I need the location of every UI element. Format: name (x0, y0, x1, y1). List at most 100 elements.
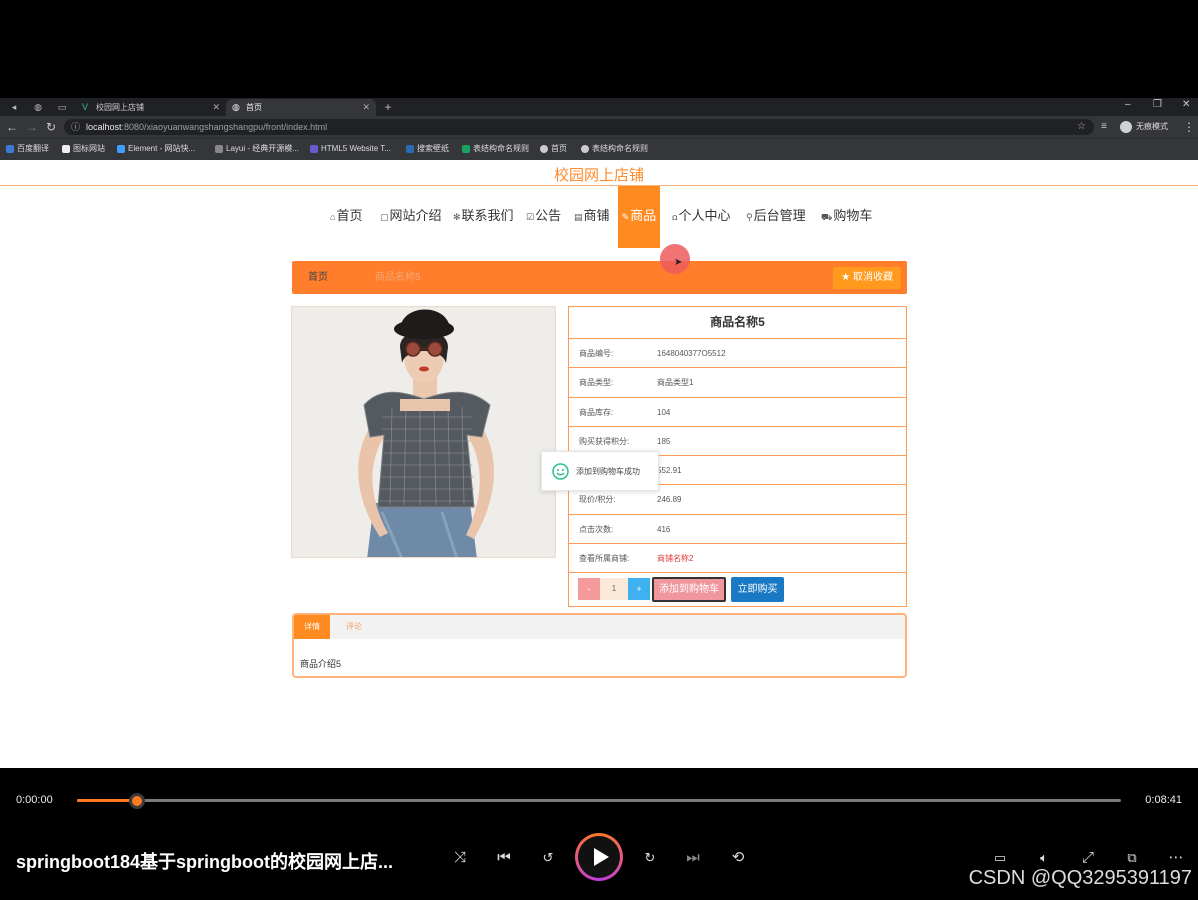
minimize-icon[interactable]: – (1125, 98, 1131, 112)
menu-item-contact[interactable]: ✻联系我们 (453, 186, 514, 248)
close-icon[interactable]: ✕ (212, 99, 220, 116)
field-value: 246.89 (657, 495, 682, 505)
workspace-icon[interactable]: ▭ (54, 100, 70, 114)
play-button[interactable] (575, 833, 623, 881)
menu-item-products[interactable]: ✎商品 (618, 186, 660, 248)
menu-item-intro[interactable]: ▢网站介绍 (380, 186, 442, 248)
bookmark-item[interactable]: 搜索壁纸 (406, 142, 449, 156)
add-to-cart-button[interactable]: 添加到购物车 (652, 577, 726, 603)
play-button-inner (578, 836, 620, 878)
shop-link[interactable]: 商铺名称2 (657, 544, 693, 573)
seek-bar-progress (77, 799, 137, 802)
bookmark-item[interactable]: 首页 (540, 142, 567, 156)
info-row-code: 商品编号: 1648040377O5512 (569, 339, 906, 369)
profile-label: 无痕模式 (1136, 122, 1168, 131)
mouse-pointer-icon: ➤ (674, 257, 683, 268)
tab-details[interactable]: 详情 (294, 615, 330, 639)
info-row-shop: 查看所属商铺: 商铺名称2 (569, 544, 906, 574)
avatar (1120, 121, 1132, 133)
reload-icon[interactable]: ↻ (46, 119, 56, 135)
back-icon[interactable]: ← (6, 119, 18, 135)
quantity-increment-button[interactable]: + (628, 578, 650, 601)
more-menu-icon[interactable]: ⋮ (1183, 119, 1195, 135)
menu-item-profile[interactable]: ꭥ个人中心 (672, 186, 730, 248)
field-label: 商品编号: (579, 349, 614, 358)
next-icon[interactable]: ⏭ (681, 846, 705, 870)
nav-bar: ← → ↻ ⓘ localhost:8080/xiaoyuanwangshang… (0, 116, 1198, 138)
info-row-clicks: 点击次数: 416 (569, 515, 906, 545)
bookmark-star-icon[interactable]: ☆ (1077, 119, 1086, 135)
field-value: 185 (657, 436, 671, 446)
globe-icon: ◍ (232, 102, 240, 112)
restore-icon[interactable]: ❐ (1153, 98, 1162, 112)
product-name: 商品名称5 (569, 307, 906, 339)
current-time: 0:00:00 (16, 794, 53, 806)
menu-item-shops[interactable]: ▤商铺 (574, 186, 610, 248)
detail-section: 详情 评论 商品介绍5 (292, 613, 907, 678)
quantity-decrement-button[interactable]: - (578, 578, 600, 601)
bookmark-item[interactable]: 百度翻译 (6, 142, 49, 156)
bookmark-item[interactable]: HTML5 Website T... (310, 142, 391, 156)
toast-message: 添加到购物车成功 (576, 467, 640, 476)
menu-label: 网站介绍 (389, 208, 442, 223)
success-toast: 添加到购物车成功 (541, 451, 659, 491)
bookmark-item[interactable]: 表结构命名规则 (462, 142, 529, 156)
rewind-10-icon[interactable]: ↺ (536, 846, 560, 870)
menu-item-notice[interactable]: ☑公告 (526, 186, 561, 248)
quantity-input[interactable]: 1 (600, 578, 628, 601)
incognito-profile[interactable]: 无痕模式 (1120, 119, 1168, 135)
product-description: 商品介绍5 (300, 659, 342, 669)
page-icon: ▢ (380, 212, 389, 222)
video-title: springboot184基于springboot的校园网上店... (16, 852, 393, 872)
reading-list-icon[interactable]: ≡ (1101, 119, 1107, 135)
product-image (291, 306, 556, 558)
field-label: 商品库存: (579, 407, 614, 417)
tab-home[interactable]: ◍ 首页 ✕ (226, 99, 376, 116)
seek-bar[interactable] (77, 793, 1121, 809)
bookmark-item[interactable]: 表结构命名规则 (581, 142, 648, 156)
tab-search-icon[interactable]: ◂ (6, 100, 22, 114)
close-icon[interactable]: ✕ (362, 99, 370, 116)
snowflake-icon: ✻ (453, 212, 461, 222)
menu-label: 公告 (535, 208, 562, 223)
tab-comments[interactable]: 评论 (336, 615, 372, 639)
new-tab-icon[interactable]: + (380, 100, 396, 114)
forward-icon[interactable]: → (26, 119, 38, 135)
menu-item-admin[interactable]: ⚲后台管理 (746, 186, 806, 248)
smile-icon (552, 463, 569, 480)
field-label: 商品类型: (579, 378, 614, 388)
bookmark-item[interactable]: 图标网站 (62, 142, 105, 156)
info-row-stock: 商品库存: 104 (569, 398, 906, 427)
field-value: 416 (657, 524, 671, 534)
bookmark-item[interactable]: Layui - 经典开源模... (215, 142, 299, 156)
breadcrumb: 首页 商品名称5 ★ 取消收藏 (292, 261, 907, 294)
field-value: 1648040377O5512 (657, 349, 726, 358)
forward-30-icon[interactable]: ↻ (638, 846, 662, 870)
tab-shop[interactable]: V 校园网上店铺 ✕ (76, 99, 226, 116)
menu-label: 后台管理 (753, 208, 806, 223)
menu-item-cart[interactable]: ⛟购物车 (821, 186, 872, 248)
field-label: 查看所属商铺: (579, 554, 630, 564)
link-icon: ⚲ (746, 212, 753, 222)
user-icon: ꭥ (672, 212, 678, 222)
unfavorite-button[interactable]: ★ 取消收藏 (833, 267, 901, 289)
shuffle-icon[interactable]: ⤨ (448, 846, 472, 870)
breadcrumb-home[interactable]: 首页 (308, 261, 328, 294)
repeat-off-icon[interactable]: ⟲ (726, 846, 750, 870)
window-close-icon[interactable]: ✕ (1182, 98, 1190, 112)
info-icon: ⓘ (71, 122, 81, 132)
purchase-actions: - 1 + 添加到购物车 立即购买 (569, 573, 906, 605)
notice-icon: ☑ (526, 212, 535, 222)
watermark: CSDN @QQ3295391197 (968, 867, 1192, 889)
site-title: 校园网上店铺 (553, 167, 644, 184)
seek-handle[interactable] (128, 793, 145, 809)
bookmark-item[interactable]: Element - 网站快... (117, 142, 195, 156)
address-bar[interactable]: ⓘ localhost:8080/xiaoyuanwangshangshangp… (64, 119, 1094, 135)
menu-label: 首页 (336, 208, 363, 223)
url-path: :8080/xiaoyuanwangshangshangpu/front/ind… (121, 122, 328, 132)
buy-now-button[interactable]: 立即购买 (731, 577, 784, 603)
menu-item-home[interactable]: ⌂首页 (330, 186, 362, 248)
previous-icon[interactable]: ⏮ (492, 846, 516, 870)
menu-label: 个人中心 (678, 208, 731, 223)
total-time: 0:08:41 (1145, 794, 1182, 806)
